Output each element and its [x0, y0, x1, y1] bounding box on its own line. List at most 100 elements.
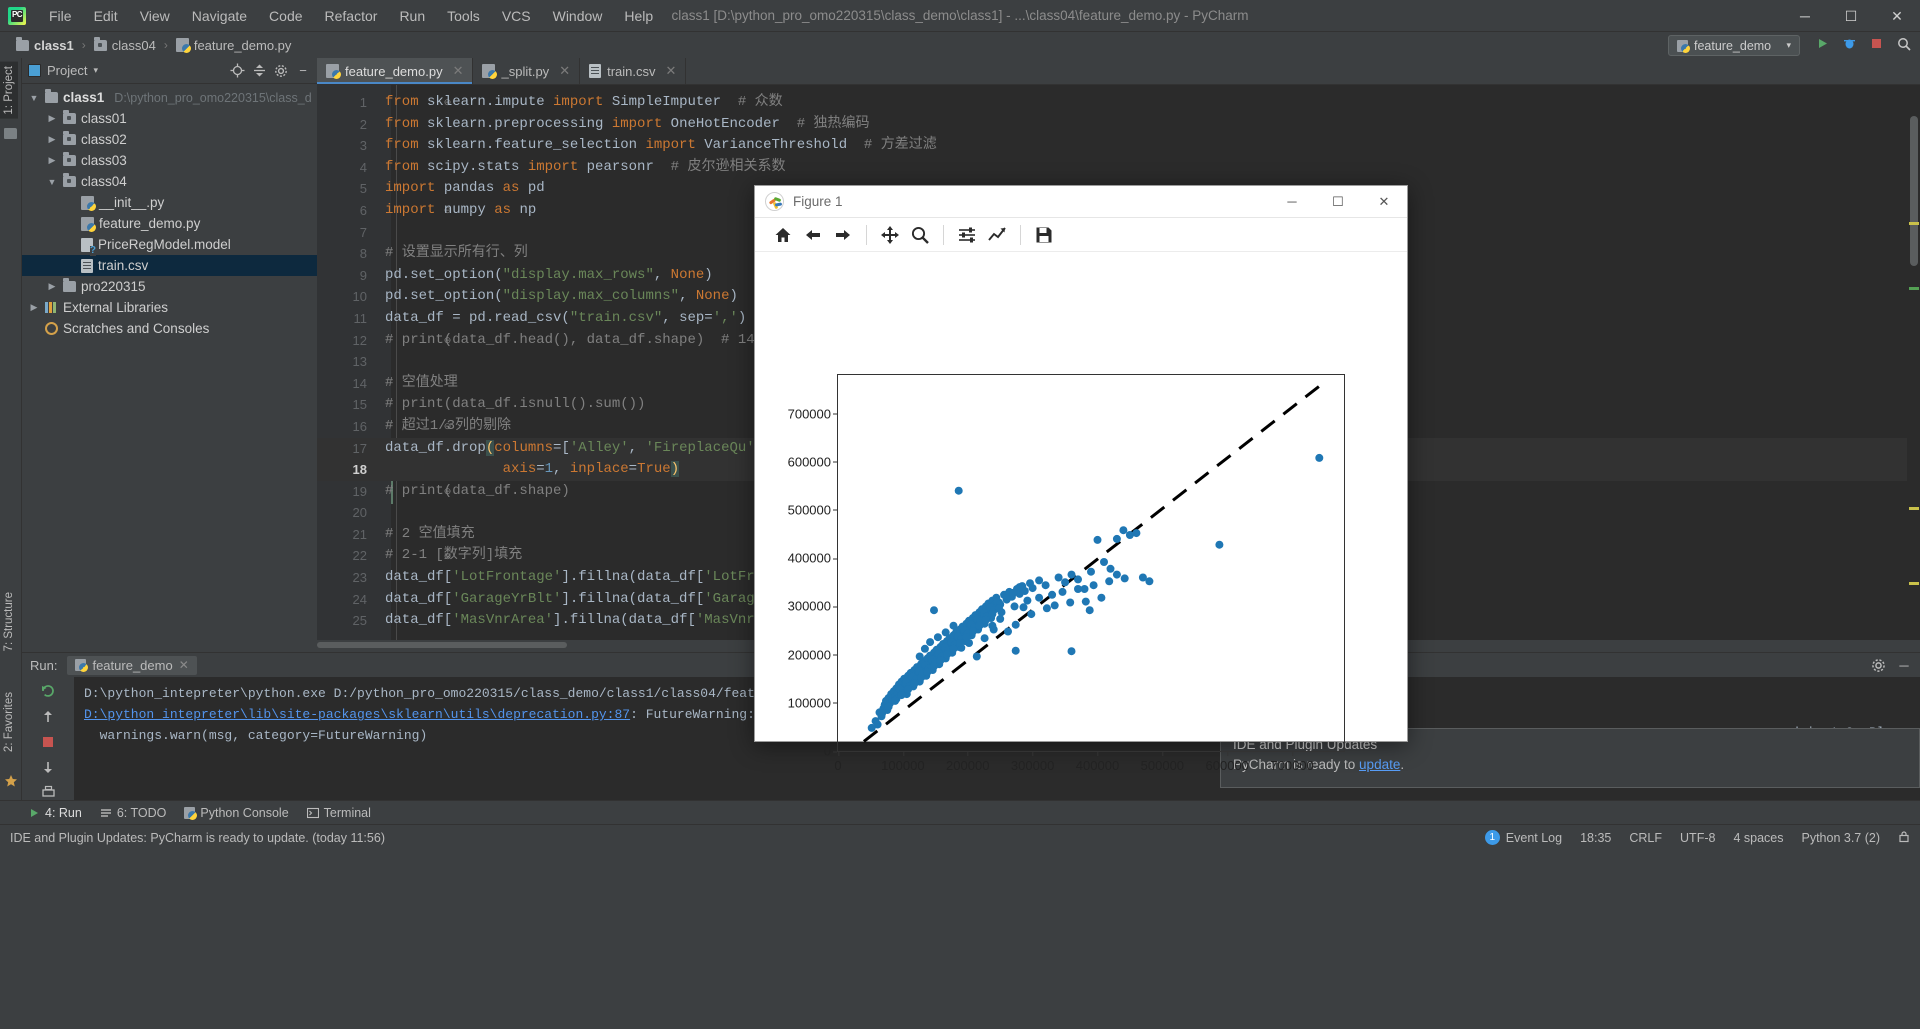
subplot-configure-icon[interactable] — [953, 222, 981, 248]
sidebar-tab-favorites[interactable]: 2: Favorites — [0, 688, 18, 756]
tree-node[interactable]: ▶ class01 — [22, 108, 317, 129]
bottom-tab-run[interactable]: 4: Run — [28, 806, 82, 820]
change-marker[interactable] — [1909, 287, 1919, 290]
tree-node[interactable]: ▶ pro220315 — [22, 276, 317, 297]
tree-node[interactable]: train.csv — [22, 255, 317, 276]
tree-expand-arrow[interactable]: ▼ — [28, 93, 40, 103]
menu-refactor[interactable]: Refactor — [314, 4, 389, 28]
status-indent[interactable]: 4 spaces — [1733, 831, 1783, 845]
sidebar-tab-structure[interactable]: 7: Structure — [0, 588, 18, 655]
stop-icon[interactable] — [1868, 35, 1885, 52]
run-configuration-selector[interactable]: feature_demo ▾ — [1668, 35, 1800, 56]
lock-icon[interactable] — [1898, 830, 1910, 846]
update-link[interactable]: update — [1359, 757, 1400, 772]
debug-icon[interactable] — [1841, 35, 1858, 52]
bottom-tab-terminal[interactable]: Terminal — [306, 806, 371, 820]
close-icon[interactable]: ✕ — [666, 63, 677, 79]
figure-close-button[interactable]: ✕ — [1361, 186, 1407, 218]
status-line-separator[interactable]: CRLF — [1629, 831, 1662, 845]
home-icon[interactable] — [769, 222, 797, 248]
figure-minimize-button[interactable]: ─ — [1269, 186, 1315, 218]
menu-window[interactable]: Window — [542, 4, 614, 28]
breadcrumb-feature-demo[interactable]: feature_demo.py — [172, 37, 296, 54]
bottom-tab-todo[interactable]: 6: TODO — [100, 806, 166, 820]
close-button[interactable]: ✕ — [1874, 0, 1920, 32]
breadcrumb-class04[interactable]: class04 — [90, 36, 160, 54]
maximize-button[interactable]: ☐ — [1828, 0, 1874, 32]
locate-target-icon[interactable] — [229, 63, 245, 79]
forward-arrow-icon[interactable] — [829, 222, 857, 248]
back-arrow-icon[interactable] — [799, 222, 827, 248]
close-icon[interactable]: ✕ — [453, 63, 464, 79]
edit-curve-icon[interactable] — [983, 222, 1011, 248]
code-line[interactable]: 1 from sklearn.impute import SimpleImpute… — [317, 92, 1920, 114]
menu-tools[interactable]: Tools — [436, 4, 491, 28]
tree-node[interactable]: ▼ class04 — [22, 171, 317, 192]
tree-expand-arrow[interactable]: ▶ — [46, 113, 58, 124]
code-line[interactable]: 2 from sklearn.preprocessing import OneHo… — [317, 114, 1920, 136]
scroll-up-icon[interactable] — [39, 710, 57, 724]
close-icon[interactable]: ✕ — [559, 63, 570, 79]
status-interpreter[interactable]: Python 3.7 (2) — [1801, 831, 1880, 845]
menu-view[interactable]: View — [129, 4, 181, 28]
menu-file[interactable]: File — [38, 4, 83, 28]
figure-canvas[interactable]: 0 100000 200000 300000 400000 500000 600000 700… — [755, 252, 1407, 773]
collapse-all-icon[interactable] — [251, 63, 267, 79]
warning-marker[interactable] — [1909, 222, 1919, 225]
settings-gear-icon[interactable] — [1870, 657, 1886, 673]
menu-edit[interactable]: Edit — [83, 4, 129, 28]
menu-run[interactable]: Run — [388, 4, 436, 28]
sidebar-tab-project[interactable]: 1: Project — [0, 62, 18, 119]
rerun-icon[interactable] — [39, 683, 57, 699]
menu-code[interactable]: Code — [258, 4, 313, 28]
tree-node[interactable]: feature_demo.py — [22, 213, 317, 234]
stop-icon[interactable] — [39, 735, 57, 749]
save-disk-icon[interactable] — [1030, 222, 1058, 248]
warning-marker[interactable] — [1909, 582, 1919, 585]
tab-split-py[interactable]: _split.py ✕ — [473, 58, 581, 84]
tab-feature-demo-py[interactable]: feature_demo.py ✕ — [317, 58, 474, 84]
tree-node[interactable]: ▶ External Libraries — [22, 297, 317, 318]
tree-node[interactable]: ▼ class1 D:\python_pro_omo220315\class_d — [22, 87, 317, 108]
search-icon[interactable] — [1895, 35, 1912, 52]
tree-expand-arrow[interactable]: ▼ — [46, 177, 58, 187]
tree-node[interactable]: __init__.py — [22, 192, 317, 213]
chevron-down-icon[interactable]: ▾ — [93, 65, 98, 76]
menu-navigate[interactable]: Navigate — [181, 4, 258, 28]
hide-panel-icon[interactable]: ─ — [1896, 657, 1912, 673]
print-icon[interactable] — [39, 785, 57, 800]
scroll-down-icon[interactable] — [39, 760, 57, 774]
tree-node[interactable]: PriceRegModel.model — [22, 234, 317, 256]
scrollbar-thumb[interactable] — [317, 642, 567, 648]
tree-expand-arrow[interactable]: ▶ — [46, 155, 58, 166]
zoom-magnifier-icon[interactable] — [906, 222, 934, 248]
run-tab-feature-demo[interactable]: feature_demo ✕ — [67, 655, 197, 675]
tab-train-csv[interactable]: train.csv ✕ — [580, 58, 687, 84]
run-icon[interactable] — [1814, 35, 1831, 52]
pan-move-icon[interactable] — [876, 222, 904, 248]
editor-vertical-scrollbar[interactable] — [1907, 112, 1920, 650]
console-link[interactable]: D:\python_intepreter\lib\site-packages\s… — [84, 707, 630, 722]
hide-panel-icon[interactable]: − — [295, 63, 311, 79]
bottom-tab-python-console[interactable]: Python Console — [184, 806, 289, 820]
code-line[interactable]: 4 from scipy.stats import pearsonr # 皮尔逊相… — [317, 157, 1920, 179]
figure-maximize-button[interactable]: ☐ — [1315, 186, 1361, 218]
settings-gear-icon[interactable] — [273, 63, 289, 79]
matplotlib-figure-window[interactable]: Figure 1 ─ ☐ ✕ 0 100000 200000 300000 40… — [754, 185, 1408, 773]
tree-node[interactable]: Scratches and Consoles — [22, 318, 317, 339]
event-log-indicator[interactable]: 1 Event Log — [1484, 830, 1562, 845]
tree-expand-arrow[interactable]: ▶ — [28, 302, 40, 313]
menu-help[interactable]: Help — [613, 4, 664, 28]
tree-expand-arrow[interactable]: ▶ — [46, 281, 58, 292]
status-encoding[interactable]: UTF-8 — [1680, 831, 1715, 845]
close-icon[interactable]: ✕ — [179, 658, 189, 672]
tree-expand-arrow[interactable]: ▶ — [46, 134, 58, 145]
code-line[interactable]: 3 from sklearn.feature_selection import V… — [317, 135, 1920, 157]
breadcrumb-class1[interactable]: class1 — [12, 36, 78, 54]
scrollbar-thumb[interactable] — [1910, 116, 1918, 266]
tree-node[interactable]: ▶ class03 — [22, 150, 317, 171]
star-icon[interactable] — [4, 774, 18, 793]
tree-node[interactable]: ▶ class02 — [22, 129, 317, 150]
menu-vcs[interactable]: VCS — [491, 4, 542, 28]
warning-marker[interactable] — [1909, 507, 1919, 510]
